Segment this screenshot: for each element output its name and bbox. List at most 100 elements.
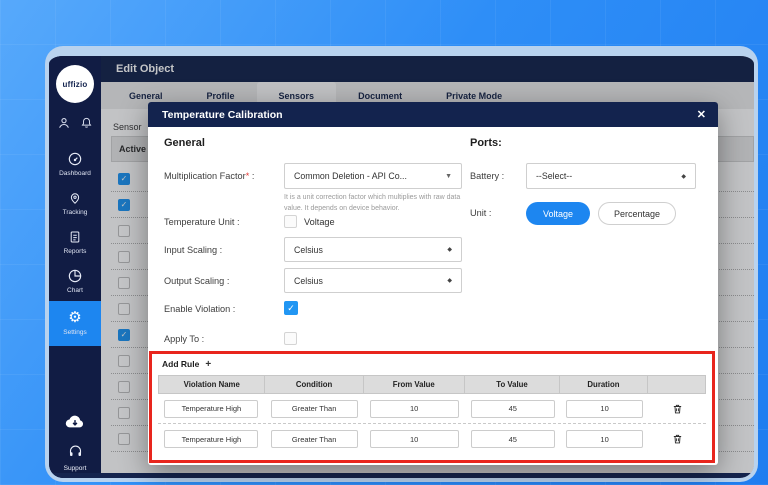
sensor-row-checkbox[interactable] [118, 432, 130, 445]
sensor-row-checkbox[interactable]: ✓ [118, 172, 130, 185]
rule-input-from-value[interactable]: 10 [369, 430, 459, 448]
sensor-row-checkbox[interactable] [118, 406, 130, 419]
rule-input-violation-name[interactable]: Temperature High [164, 399, 259, 418]
rule-cell: 10 [363, 430, 464, 448]
input-scaling-label: Input Scaling : [164, 245, 223, 255]
page-titlebar: Edit Object [101, 56, 754, 82]
sensor-row-checkbox[interactable]: ✓ [118, 198, 130, 211]
rule-input-violation-name[interactable]: Temperature High [164, 430, 259, 448]
output-scaling-label: Output Scaling : [164, 276, 230, 286]
screenshot-stage: uffizio Dashboard Tracking Reports Chart ⚙ Se… [0, 0, 768, 485]
sidebar-item-reports[interactable]: Reports [49, 223, 101, 262]
trash-icon[interactable] [672, 403, 683, 415]
sidebar-item-support[interactable]: Support [63, 444, 87, 472]
reports-icon [68, 229, 82, 245]
temperature-unit-checkbox[interactable] [284, 215, 297, 228]
settings-gear-icon: ⚙ [68, 309, 82, 326]
enable-violation-checkbox[interactable]: ✓ [284, 301, 298, 315]
page-title: Edit Object [116, 63, 175, 75]
dashboard-icon [67, 151, 83, 167]
output-scaling-select[interactable]: Celsius ◆ [284, 268, 462, 293]
cloud-download-icon[interactable] [64, 413, 86, 434]
rule-cell: 45 [465, 399, 561, 418]
user-icon[interactable] [57, 116, 71, 130]
rule-cell: Temperature High [158, 430, 265, 448]
rules-table-header: Violation Name Condition From Value To Valu… [158, 375, 706, 394]
modal-body: General Multiplication Factor* : Common … [148, 127, 718, 465]
rule-cell: 10 [363, 399, 464, 418]
sensor-row-checkbox[interactable] [118, 250, 130, 263]
sidebar-item-settings[interactable]: ⚙ Settings [49, 301, 101, 346]
sidebar-item-label: Settings [63, 329, 87, 336]
temperature-calibration-modal: Temperature Calibration ✕ General Multip… [148, 102, 718, 465]
battery-select[interactable]: --Select-- ◆ [526, 163, 696, 189]
rules-column-header [648, 376, 705, 393]
support-label: Support [63, 465, 87, 472]
rules-table: Violation Name Condition From Value To Valu… [158, 375, 706, 454]
add-rule-title: Add Rule + [162, 359, 212, 370]
rule-input-from-value[interactable]: 10 [369, 399, 459, 418]
temperature-unit-checkbox-label: Voltage [304, 217, 335, 227]
multiplication-factor-label: Multiplication Factor* : [164, 171, 255, 181]
sidebar-item-label: Reports [63, 248, 87, 255]
rule-row: Temperature High Greater Than 10 45 10 [158, 394, 706, 424]
sensor-row-checkbox[interactable] [118, 302, 130, 315]
rule-input-to-value[interactable]: 45 [470, 430, 555, 448]
select-indicator-icon: ◆ [447, 278, 452, 284]
enable-violation-label: Enable Violation : [164, 304, 236, 314]
trash-icon[interactable] [672, 433, 683, 445]
apply-to-checkbox[interactable] [284, 332, 297, 345]
apply-to-label: Apply To : [164, 334, 205, 344]
general-section-heading: General [164, 137, 205, 149]
unit-voltage-pill[interactable]: Voltage [526, 202, 590, 225]
rule-input-duration[interactable]: 10 [566, 430, 644, 448]
rule-cell: Greater Than [265, 399, 364, 418]
rules-column-header: Duration [560, 376, 648, 393]
rule-cell: 45 [465, 430, 561, 448]
sidebar: uffizio Dashboard Tracking Reports Chart ⚙ Se… [49, 56, 101, 478]
headphones-icon [68, 444, 83, 463]
add-rule-plus-icon[interactable]: + [205, 359, 211, 370]
sidebar-item-chart[interactable]: Chart [49, 262, 101, 301]
rule-cell: Greater Than [265, 430, 364, 448]
rule-input-condition[interactable]: Greater Than [270, 399, 358, 418]
sensor-section-label: Sensor [113, 122, 142, 132]
sidebar-item-label: Tracking [62, 209, 88, 216]
sidebar-item-label: Chart [67, 287, 83, 294]
rules-column-header: Condition [265, 376, 364, 393]
rule-cell: 10 [561, 399, 649, 418]
rule-cell: 10 [561, 430, 649, 448]
rule-row: Temperature High Greater Than 10 45 10 [158, 424, 706, 454]
logo-text: uffizio [62, 79, 88, 89]
battery-label: Battery : [470, 171, 505, 181]
rule-input-duration[interactable]: 10 [566, 399, 644, 418]
multiplication-factor-select[interactable]: Common Deletion - API Co... ▼ [284, 163, 462, 189]
uffizio-logo[interactable]: uffizio [56, 65, 94, 103]
rule-input-condition[interactable]: Greater Than [270, 430, 358, 448]
window-bottom-edge [49, 473, 754, 478]
rules-column-header: Violation Name [159, 376, 266, 393]
sensor-row-checkbox[interactable] [118, 224, 130, 237]
close-icon[interactable]: ✕ [697, 108, 706, 121]
modal-header: Temperature Calibration ✕ [148, 102, 718, 127]
rule-cell [648, 403, 706, 415]
sensor-row-checkbox[interactable] [118, 354, 130, 367]
sidebar-item-dashboard[interactable]: Dashboard [49, 145, 101, 184]
sidebar-nav: Dashboard Tracking Reports Chart ⚙ Settings [49, 145, 101, 346]
rules-column-header: To Value [465, 376, 561, 393]
sensor-row-checkbox[interactable]: ✓ [118, 328, 130, 341]
unit-percentage-pill[interactable]: Percentage [598, 202, 676, 225]
rule-input-to-value[interactable]: 45 [470, 399, 555, 418]
select-indicator-icon: ◆ [447, 247, 452, 253]
input-scaling-select[interactable]: Celsius ◆ [284, 237, 462, 262]
sidebar-top-icons [57, 116, 93, 130]
sidebar-item-tracking[interactable]: Tracking [49, 184, 101, 223]
unit-label: Unit : [470, 208, 492, 218]
sensor-row-checkbox[interactable] [118, 380, 130, 393]
add-rule-section: Add Rule + Violation Name Condition From Va… [149, 351, 715, 463]
sensor-row-checkbox[interactable] [118, 276, 130, 289]
sensor-column-header: Active [119, 144, 147, 154]
chevron-down-icon: ▼ [445, 172, 452, 180]
rules-column-header: From Value [364, 376, 465, 393]
bell-icon[interactable] [80, 116, 93, 130]
